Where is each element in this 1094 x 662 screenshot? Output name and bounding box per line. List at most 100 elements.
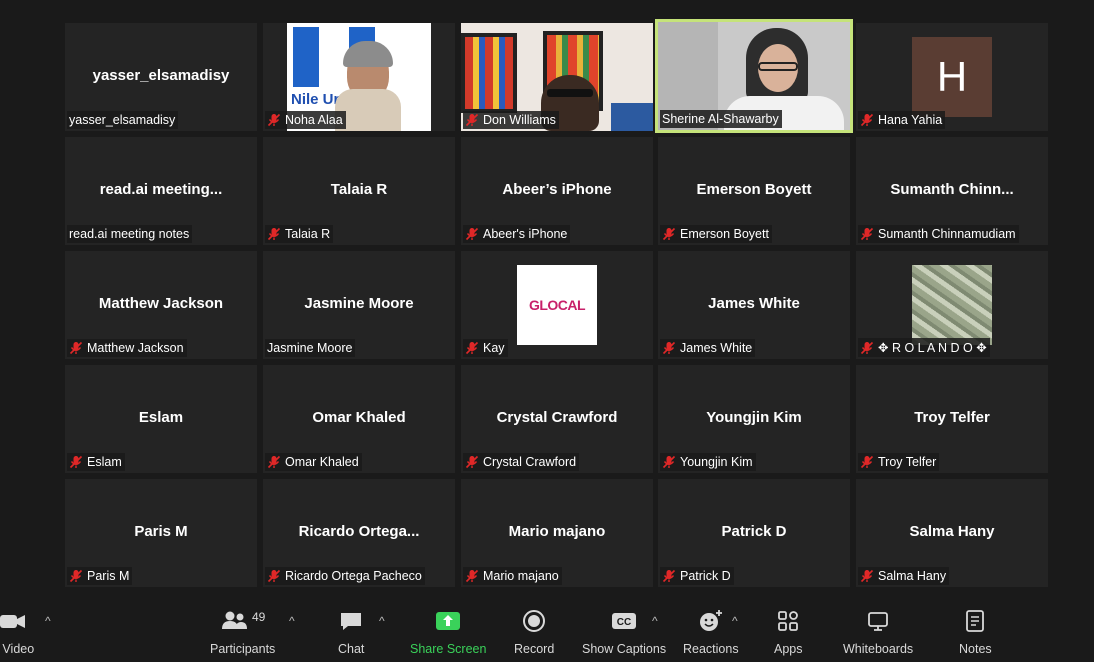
notes-label: Notes [959, 642, 992, 656]
participant-name-label: Youngjin Kim [660, 453, 756, 471]
reactions-button[interactable]: Reactions [683, 608, 739, 656]
participant-tile[interactable]: Matthew Jackson Matthew Jackson [65, 251, 257, 359]
participant-name-label: Hana Yahia [858, 111, 946, 129]
avatar: H [912, 37, 992, 117]
chat-bubble-icon [338, 608, 364, 634]
reactions-options-caret[interactable]: ^ [732, 614, 738, 628]
participant-display-name: James White [708, 295, 800, 312]
participant-label-text: Omar Khaled [285, 455, 359, 469]
muted-microphone-icon [465, 341, 479, 355]
chat-options-caret[interactable]: ^ [379, 614, 385, 628]
participant-name-label: James White [660, 339, 756, 357]
logo-text: GLOCAL [528, 297, 586, 313]
whiteboard-icon [866, 608, 890, 634]
participant-tile[interactable]: Sumanth Chinn... Sumanth Chinnamudiam [856, 137, 1048, 245]
participant-name-label: Kay [463, 339, 508, 357]
muted-microphone-icon [69, 455, 83, 469]
participant-name-label: Noha Alaa [265, 111, 346, 129]
muted-microphone-icon [267, 455, 281, 469]
participant-label-text: Jasmine Moore [267, 341, 353, 355]
participant-tile[interactable]: Crystal Crawford Crystal Crawford [461, 365, 653, 473]
muted-microphone-icon [662, 569, 676, 583]
share-screen-label: Share Screen [410, 642, 487, 656]
participant-tile[interactable]: Ricardo Ortega... Ricardo Ortega Pacheco [263, 479, 455, 587]
participant-name-label: Salma Hany [858, 567, 950, 585]
participant-tile[interactable]: Mario majano Mario majano [461, 479, 653, 587]
participant-name-label: Emerson Boyett [660, 225, 772, 243]
muted-microphone-icon [69, 341, 83, 355]
participant-label-text: Ricardo Ortega Pacheco [285, 569, 422, 583]
participant-display-name: Troy Telfer [914, 409, 990, 426]
apps-label: Apps [774, 642, 803, 656]
participant-tile[interactable]: Youngjin Kim Youngjin Kim [658, 365, 850, 473]
muted-microphone-icon [267, 113, 281, 127]
participant-tile[interactable]: H Hana Yahia [856, 23, 1048, 131]
record-icon [522, 608, 546, 634]
participant-tile[interactable]: yasser_elsamadisy yasser_elsamadisy [65, 23, 257, 131]
participant-tile[interactable]: Eslam Eslam [65, 365, 257, 473]
participant-name-label: Jasmine Moore [265, 339, 356, 357]
participant-display-name: Matthew Jackson [98, 295, 224, 312]
participant-label-text: Don Williams [483, 113, 556, 127]
participant-label-text: Salma Hany [878, 569, 947, 583]
stop-video-label: p Video [0, 642, 35, 656]
participant-tile[interactable]: ✥ R O L A N D O ✥ [856, 251, 1048, 359]
meeting-toolbar: p Video ^ 49 Participants ^ Chat ^ Share… [0, 600, 1094, 662]
participant-display-name: Ricardo Ortega... [298, 523, 420, 540]
participant-tile[interactable]: James White James White [658, 251, 850, 359]
muted-microphone-icon [465, 569, 479, 583]
participant-label-text: Sumanth Chinnamudiam [878, 227, 1016, 241]
whiteboards-button[interactable]: Whiteboards [843, 608, 913, 656]
share-screen-button[interactable]: Share Screen [410, 608, 486, 656]
participant-display-name: Salma Hany [909, 523, 995, 540]
participant-display-name: Crystal Crawford [496, 409, 618, 426]
participant-name-label: Crystal Crawford [463, 453, 580, 471]
participant-tile[interactable]: Nile UniversityNoha Alaa [263, 23, 455, 131]
participants-button[interactable]: 49 Participants [210, 608, 275, 656]
svg-text:CC: CC [617, 617, 631, 628]
muted-microphone-icon [69, 569, 83, 583]
participant-tile[interactable]: Paris M Paris M [65, 479, 257, 587]
participant-display-name: Jasmine Moore [304, 295, 414, 312]
participant-name-label: Matthew Jackson [67, 339, 187, 357]
participant-tile[interactable]: Emerson Boyett Emerson Boyett [658, 137, 850, 245]
video-options-caret[interactable]: ^ [45, 614, 51, 628]
participant-tile[interactable]: Patrick D Patrick D [658, 479, 850, 587]
stop-video-button[interactable]: p Video [0, 608, 34, 656]
record-label: Record [514, 642, 555, 656]
muted-microphone-icon [465, 455, 479, 469]
participants-label: Participants [210, 642, 276, 656]
muted-microphone-icon [662, 341, 676, 355]
muted-microphone-icon [860, 341, 874, 355]
participant-tile[interactable]: GLOCAL Kay [461, 251, 653, 359]
captions-options-caret[interactable]: ^ [652, 614, 658, 628]
participant-tile[interactable]: Omar Khaled Omar Khaled [263, 365, 455, 473]
chat-button[interactable]: Chat [338, 608, 364, 656]
participant-tile[interactable]: read.ai meeting... read.ai meeting notes [65, 137, 257, 245]
participant-label-text: Matthew Jackson [87, 341, 184, 355]
participant-name-label: Talaia R [265, 225, 334, 243]
participant-display-name: read.ai meeting... [99, 181, 223, 198]
participant-name-label: Paris M [67, 567, 133, 585]
participant-tile[interactable]: Jasmine Moore Jasmine Moore [263, 251, 455, 359]
participant-display-name: Youngjin Kim [706, 409, 802, 426]
participant-tile[interactable]: Sherine Al-Shawarby [655, 19, 853, 133]
participant-display-name: yasser_elsamadisy [92, 67, 230, 84]
participant-tile[interactable]: Talaia R Talaia R [263, 137, 455, 245]
participant-display-name: Patrick D [721, 523, 787, 540]
participant-tile[interactable]: Salma Hany Salma Hany [856, 479, 1048, 587]
participant-label-text: read.ai meeting notes [69, 227, 190, 241]
participant-tile[interactable]: Troy Telfer Troy Telfer [856, 365, 1048, 473]
apps-button[interactable]: Apps [774, 608, 803, 656]
captions-cc-icon: CC [611, 608, 637, 634]
participant-name-label: Ricardo Ortega Pacheco [265, 567, 425, 585]
participant-name-label: Troy Telfer [858, 453, 940, 471]
record-button[interactable]: Record [514, 608, 554, 656]
profile-picture-money [912, 265, 992, 345]
notes-button[interactable]: Notes [959, 608, 992, 656]
participant-tile[interactable]: Don Williams [461, 23, 653, 131]
apps-icon [776, 608, 800, 634]
participant-label-text: Troy Telfer [878, 455, 937, 469]
participant-tile[interactable]: Abeer’s iPhone Abeer's iPhone [461, 137, 653, 245]
participants-options-caret[interactable]: ^ [289, 614, 295, 628]
